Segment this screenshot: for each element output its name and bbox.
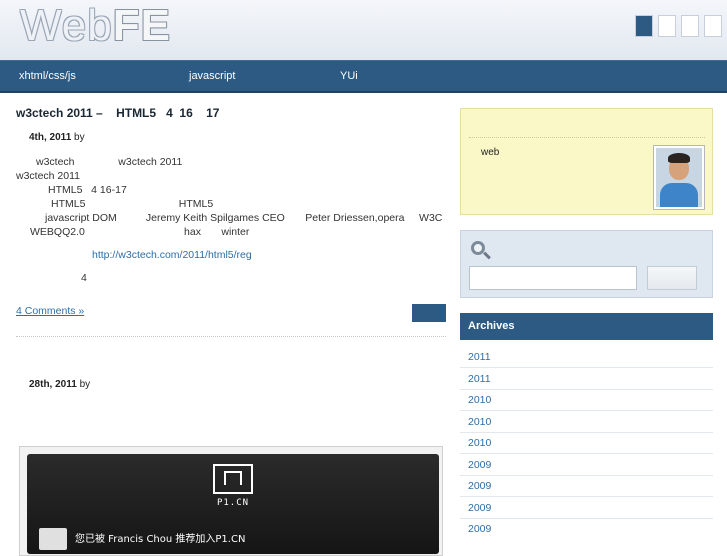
photo-hair — [668, 153, 690, 163]
post-line: 4 — [81, 272, 87, 284]
post-author-label: by — [79, 379, 91, 390]
archive-item[interactable]: 2010 — [460, 432, 713, 454]
search-widget — [460, 230, 713, 298]
comments-link[interactable]: 4 Comments » — [16, 305, 84, 317]
archive-item[interactable]: 2009 — [460, 475, 713, 497]
logo-web-text: Web — [20, 1, 113, 50]
profile-widget: web — [460, 108, 713, 215]
post-line: WEBQQ2.0 hax winter — [30, 226, 250, 238]
site-header: WebFE — [0, 0, 727, 60]
embedded-invite: P1.CN 您已被 Francis Chou 推荐加入P1.CN — [19, 446, 443, 556]
archive-item[interactable]: 2009 — [460, 497, 713, 519]
profile-photo — [656, 148, 702, 207]
post-divider — [16, 336, 446, 337]
photo-body — [660, 183, 698, 207]
post-line: HTML5 HTML5 — [51, 198, 214, 210]
archive-link[interactable]: 2009 — [468, 523, 491, 535]
theme-swatch-4[interactable] — [704, 15, 722, 37]
archive-item[interactable]: 2009 — [460, 518, 713, 540]
archive-link[interactable]: 2010 — [468, 437, 491, 449]
nav-item-javascript[interactable]: javascript — [189, 70, 235, 82]
avatar — [39, 528, 67, 550]
archives-title: Archives — [468, 320, 515, 332]
archive-link[interactable]: 2011 — [468, 373, 491, 385]
post-line: javascript DOM Jeremy Keith Spilgames CE… — [45, 212, 443, 224]
post-title[interactable]: w3ctech 2011 – HTML5 4 16 17 — [16, 106, 219, 120]
invite-panel: P1.CN 您已被 Francis Chou 推荐加入P1.CN — [27, 454, 439, 554]
invite-message: 您已被 Francis Chou 推荐加入P1.CN — [75, 534, 246, 545]
post-date: 28th, 2011 — [29, 379, 77, 390]
main-nav: xhtml/css/js javascript YUi — [0, 60, 727, 93]
post-author-label: by — [74, 132, 85, 143]
archive-link[interactable]: 2009 — [468, 480, 491, 492]
profile-divider — [469, 137, 705, 138]
profile-avatar — [653, 145, 705, 210]
post-meta: 28th, 2011 by — [29, 379, 90, 390]
theme-swatch-1[interactable] — [635, 15, 653, 37]
archive-item[interactable]: 2010 — [460, 389, 713, 411]
search-icon — [471, 241, 485, 255]
archives-header: Archives — [460, 313, 713, 340]
archive-link[interactable]: 2009 — [468, 459, 491, 471]
post-meta: 4th, 2011 by — [29, 132, 85, 143]
post-line: HTML5 4 16-17 — [48, 184, 127, 196]
post-date: 4th, 2011 — [29, 132, 72, 143]
archive-link[interactable]: 2010 — [468, 394, 491, 406]
p1-logo-icon — [213, 464, 253, 494]
post-line: w3ctech w3ctech 2011 — [36, 156, 183, 168]
archive-item[interactable]: 2011 — [460, 368, 713, 390]
theme-swatch-2[interactable] — [658, 15, 676, 37]
archive-link[interactable]: 2010 — [468, 416, 491, 428]
archive-item[interactable]: 2011 — [460, 346, 713, 368]
read-more-button[interactable] — [412, 304, 446, 322]
archive-item[interactable]: 2010 — [460, 411, 713, 433]
site-logo[interactable]: WebFE — [20, 2, 171, 50]
search-button[interactable] — [647, 266, 697, 290]
archive-link[interactable]: 2009 — [468, 502, 491, 514]
archive-item[interactable]: 2009 — [460, 454, 713, 476]
profile-text: web — [481, 147, 500, 158]
p1-logo-text: P1.CN — [216, 498, 250, 508]
post-line: w3ctech 2011 — [16, 170, 81, 182]
nav-item-xhtml-css-js[interactable]: xhtml/css/js — [19, 70, 76, 82]
search-input[interactable] — [469, 266, 637, 290]
nav-item-yui[interactable]: YUi — [340, 70, 358, 82]
theme-swatch-3[interactable] — [681, 15, 699, 37]
logo-fe-text: FE — [112, 1, 171, 50]
registration-link[interactable]: http://w3ctech.com/2011/html5/reg — [92, 249, 252, 261]
archive-link[interactable]: 2011 — [468, 351, 491, 363]
